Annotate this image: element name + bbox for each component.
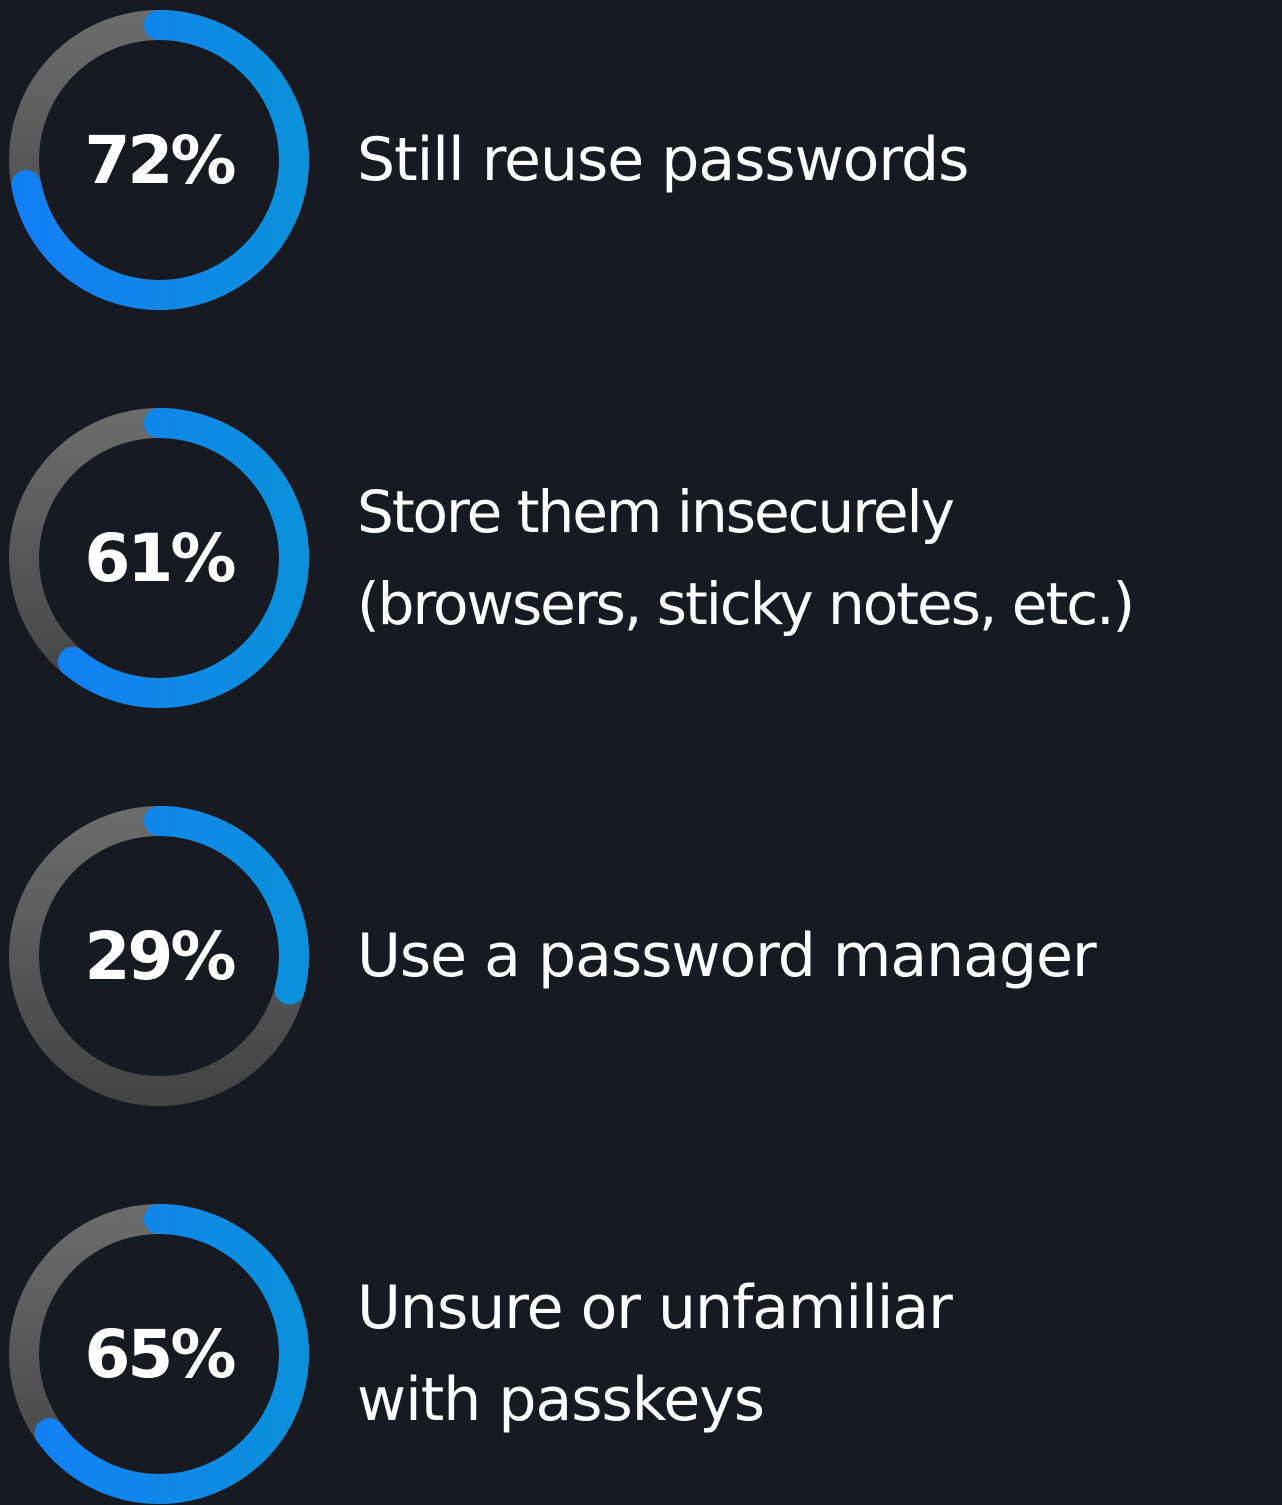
donut-value-label: 29% [84, 917, 237, 995]
stat-label-line: Use a password manager [357, 921, 1097, 991]
stat-label: Still reuse passwords [357, 9, 1277, 311]
donut-ring: 65% [8, 1203, 310, 1505]
donut-ring: 72% [8, 9, 310, 311]
stat-row-passkeys: 65% Unsure or unfamiliar with passkeys [0, 1203, 1282, 1505]
stat-label-line: (browsers, sticky notes, etc.) [357, 570, 1135, 638]
stat-row-reuse-passwords: 72% Still reuse passwords [0, 9, 1282, 311]
stat-label-line: Store them insecurely [357, 478, 955, 546]
donut-value-label: 65% [84, 1315, 237, 1393]
stat-label-line: Still reuse passwords [357, 125, 969, 195]
stat-row-store-insecurely: 61% Store them insecurely (browsers, sti… [0, 407, 1282, 709]
stat-label: Use a password manager [357, 805, 1277, 1107]
stat-label-line: with passkeys [357, 1365, 765, 1435]
stat-row-password-manager: 29% Use a password manager [0, 805, 1282, 1107]
stat-label-line: Unsure or unfamiliar [357, 1273, 953, 1343]
donut-ring: 61% [8, 407, 310, 709]
stat-label: Unsure or unfamiliar with passkeys [357, 1203, 1277, 1505]
stat-label: Store them insecurely (browsers, sticky … [357, 407, 1277, 709]
donut-value-label: 61% [84, 519, 237, 597]
donut-ring: 29% [8, 805, 310, 1107]
donut-value-label: 72% [84, 121, 237, 199]
